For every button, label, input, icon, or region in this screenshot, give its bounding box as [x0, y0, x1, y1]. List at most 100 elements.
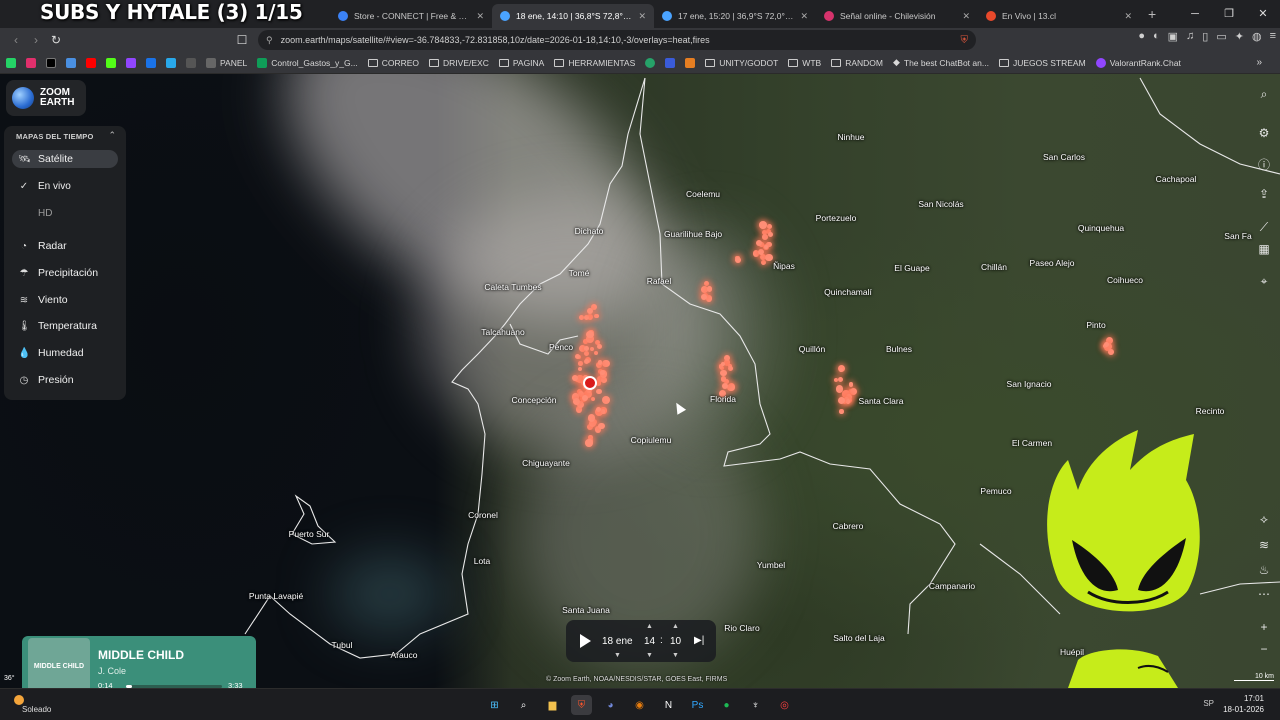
fire-layer-icon[interactable]: ♨	[1256, 563, 1272, 577]
time-hour[interactable]: 14	[644, 636, 655, 647]
bookmark-site-icon[interactable]	[685, 57, 696, 68]
notion-icon[interactable]: N	[658, 695, 679, 715]
menu-wind[interactable]: ≋ Viento	[12, 291, 118, 309]
media-icon[interactable]: ♫	[1186, 30, 1194, 43]
bookmark-item[interactable]: ◆ The best ChatBot an...	[893, 57, 989, 68]
bookmark-item[interactable]: PANEL	[206, 57, 247, 68]
tab-zoom-earth[interactable]: 17 ene, 15:20 | 36,9°S 72,0°O | Zoom ✕	[654, 4, 816, 28]
extension-icon[interactable]: ▣	[1168, 30, 1178, 43]
spotify-icon[interactable]: ●	[716, 695, 737, 715]
system-clock[interactable]: 17:01 18-01-2026	[1223, 693, 1264, 715]
bookmark-folder[interactable]: CORREO	[367, 58, 419, 68]
time-minute[interactable]: 10	[670, 636, 681, 647]
locate-icon[interactable]: ⌖	[1256, 274, 1272, 289]
menu-precipitation[interactable]: ☂ Precipitación	[12, 264, 118, 282]
menu-humidity[interactable]: 💧 Humedad	[12, 344, 118, 362]
weather-widget[interactable]: Soleado	[14, 695, 57, 714]
more-bookmarks-icon[interactable]: »	[1256, 57, 1262, 68]
bookmark-site-icon[interactable]	[66, 57, 76, 68]
telegram-icon[interactable]	[166, 57, 176, 68]
app-icon[interactable]: ♆	[745, 695, 766, 715]
menu-live[interactable]: ✓ En vivo	[12, 177, 118, 195]
chevron-down-icon[interactable]: ▼	[646, 652, 653, 659]
bookmark-folder[interactable]: HERRAMIENTAS	[554, 58, 635, 68]
music-player-widget[interactable]: MIDDLE CHILD MIDDLE CHILD J. Cole 0:14 3…	[22, 636, 256, 696]
bookmark-site-icon[interactable]	[645, 57, 656, 68]
close-icon[interactable]: ✕	[472, 11, 484, 22]
youtube-icon[interactable]	[86, 57, 96, 68]
menu-pressure[interactable]: ◷ Presión	[12, 371, 118, 389]
tab-13cl[interactable]: En Vivo | 13.cl ✕	[978, 4, 1140, 28]
satellite-layer-icon[interactable]: ⟡	[1256, 512, 1272, 527]
close-icon[interactable]: ✕	[1120, 11, 1132, 22]
wallet-icon[interactable]: ▭	[1216, 30, 1226, 43]
discord-icon[interactable]: ◕	[600, 695, 621, 715]
leo-icon[interactable]: ✦	[1235, 30, 1244, 43]
chevron-up-icon[interactable]: ▲	[646, 623, 653, 630]
share-icon[interactable]: ⇪	[1256, 187, 1272, 201]
url-field[interactable]: ⚲ zoom.earth/maps/satellite/#view=-36.78…	[258, 30, 976, 50]
twitch-icon[interactable]	[126, 57, 136, 68]
file-explorer-icon[interactable]: ▆	[542, 695, 563, 715]
zoom-in-icon[interactable]: +	[1256, 620, 1272, 634]
bookmark-site-icon[interactable]	[146, 57, 156, 68]
chevron-up-icon[interactable]: ⌃	[108, 130, 116, 141]
language-indicator[interactable]: SP	[1203, 699, 1214, 708]
photoshop-icon[interactable]: Ps	[687, 695, 708, 715]
new-tab-button[interactable]: +	[1148, 6, 1156, 22]
reload-icon[interactable]: ↻	[46, 33, 66, 47]
bookmark-folder[interactable]: PAGINA	[498, 58, 544, 68]
menu-icon[interactable]: ≡	[1270, 30, 1276, 43]
gmail-icon[interactable]	[186, 57, 196, 68]
zoom-earth-logo[interactable]: ZOOM EARTH	[6, 80, 86, 116]
extension-icon[interactable]: ◐	[1153, 30, 1160, 43]
whatsapp-icon[interactable]	[6, 57, 16, 68]
windows-start-icon[interactable]: ⊞	[484, 695, 505, 715]
zoom-out-icon[interactable]: −	[1256, 642, 1272, 656]
maximize-icon[interactable]: ❐	[1212, 0, 1246, 28]
chevron-down-icon[interactable]: ▼	[614, 652, 621, 659]
menu-radar[interactable]: ◔ Radar	[12, 237, 118, 255]
bookmark-item[interactable]: Control_Gastos_y_G...	[257, 57, 358, 68]
close-icon[interactable]: ✕	[796, 11, 808, 22]
grid-icon[interactable]: ▦	[1256, 242, 1272, 256]
bookmark-folder[interactable]: UNITY/GODOT	[705, 58, 778, 68]
tab-zoom-earth-active[interactable]: 18 ene, 14:10 | 36,8°S 72,8°O | Z ✕	[492, 4, 654, 28]
search-icon[interactable]: ⌕	[513, 695, 534, 715]
fire-marker-icon[interactable]	[583, 376, 597, 390]
close-window-icon[interactable]: ✕	[1246, 0, 1280, 28]
bookmark-site-icon[interactable]	[665, 57, 676, 68]
blender-icon[interactable]: ◉	[629, 695, 650, 715]
brave-shield-icon[interactable]: ⛨	[961, 35, 969, 46]
more-icon[interactable]: ⋯	[1256, 587, 1272, 601]
bookmark-folder[interactable]: WTB	[788, 58, 821, 68]
tab-chilevision[interactable]: Señal online - Chilevisión ✕	[816, 4, 978, 28]
bookmark-folder[interactable]: RANDOM	[831, 58, 883, 68]
bookmark-item[interactable]: ValorantRank.Chat	[1095, 57, 1181, 68]
back-icon[interactable]: ‹	[6, 33, 26, 47]
chevron-up-icon[interactable]: ▲	[672, 623, 679, 630]
search-icon[interactable]: ⌕	[1256, 87, 1272, 102]
tab-store[interactable]: Store - CONNECT | Free & Premium ✕	[330, 4, 492, 28]
menu-hd[interactable]: HD	[12, 204, 118, 222]
skip-forward-icon[interactable]: ▶|	[694, 635, 704, 646]
sidebar-toggle-icon[interactable]: ▯	[1202, 30, 1208, 43]
close-icon[interactable]: ✕	[634, 11, 646, 22]
wind-layer-icon[interactable]: ≋	[1256, 538, 1272, 552]
chevron-down-icon[interactable]: ▼	[672, 652, 679, 659]
site-info-icon[interactable]: ⚲	[266, 35, 273, 46]
bookmark-folder[interactable]: DRIVE/EXC	[429, 58, 489, 68]
obs-icon[interactable]: ◎	[774, 695, 795, 715]
vpn-icon[interactable]: ◍	[1252, 30, 1262, 43]
x-icon[interactable]	[46, 57, 56, 68]
time-date[interactable]: 18 ene	[602, 636, 633, 647]
extension-icon[interactable]: ●	[1138, 30, 1145, 43]
minimize-icon[interactable]: ─	[1178, 0, 1212, 28]
gear-icon[interactable]: ⚙	[1256, 126, 1272, 140]
instagram-icon[interactable]	[26, 57, 36, 68]
play-icon[interactable]	[580, 634, 591, 648]
bookmark-folder[interactable]: JUEGOS STREAM	[998, 58, 1086, 68]
menu-temperature[interactable]: 🌡 Temperatura	[12, 317, 118, 335]
bookmark-icon[interactable]: ☐	[232, 33, 252, 47]
measure-icon[interactable]: ⟋	[1256, 220, 1272, 235]
